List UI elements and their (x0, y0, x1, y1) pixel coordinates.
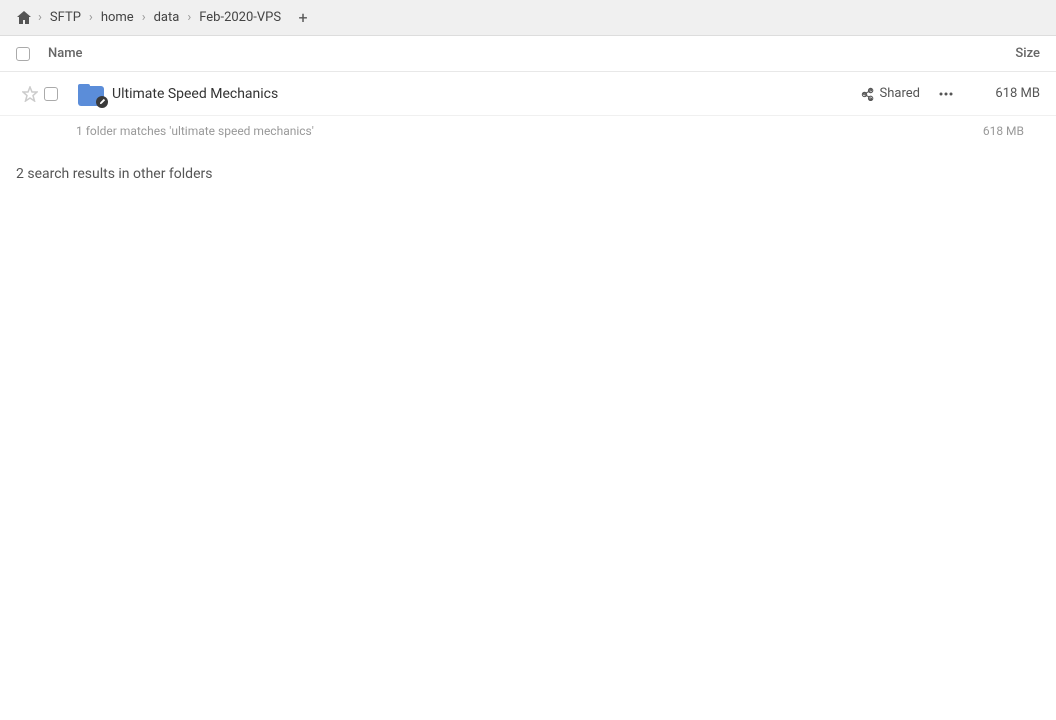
select-all-checkbox[interactable] (16, 47, 30, 61)
separator-1: › (38, 10, 42, 25)
other-results-label: 2 search results in other folders (0, 142, 1056, 190)
name-column-header: Name (48, 46, 960, 61)
row-checkbox-col (44, 87, 76, 101)
breadcrumb-item-sftp[interactable]: SFTP (44, 8, 87, 27)
breadcrumb-item-data[interactable]: data (148, 8, 186, 27)
star-col (16, 86, 44, 102)
separator-3: › (142, 10, 146, 25)
search-summary: 1 folder matches 'ultimate speed mechani… (0, 116, 1056, 142)
file-size: 618 MB (960, 86, 1040, 101)
folder-icon (78, 80, 106, 108)
breadcrumb-item-home[interactable]: home (95, 8, 140, 27)
breadcrumb-item-feb-2020-vps[interactable]: Feb-2020-VPS (193, 8, 287, 27)
separator-4: › (187, 10, 191, 25)
pen-overlay (96, 96, 108, 108)
home-icon[interactable] (12, 6, 36, 30)
folder-icon-col (76, 80, 108, 108)
row-checkbox[interactable] (44, 87, 58, 101)
search-summary-size: 618 MB (983, 124, 1024, 138)
separator-2: › (89, 10, 93, 25)
main-content: Name Size (0, 36, 1056, 720)
add-tab-button[interactable]: + (291, 6, 315, 30)
more-options-button[interactable] (932, 80, 960, 108)
size-column-header: Size (960, 46, 1040, 61)
star-icon[interactable] (22, 86, 38, 102)
select-all-col (16, 47, 48, 61)
table-header: Name Size (0, 36, 1056, 72)
table-row[interactable]: Ultimate Speed Mechanics Shared 618 MB (0, 72, 1056, 116)
shared-badge: Shared (861, 86, 920, 101)
file-name: Ultimate Speed Mechanics (112, 86, 861, 102)
breadcrumb-bar: › SFTP › home › data › Feb-2020-VPS + (0, 0, 1056, 36)
